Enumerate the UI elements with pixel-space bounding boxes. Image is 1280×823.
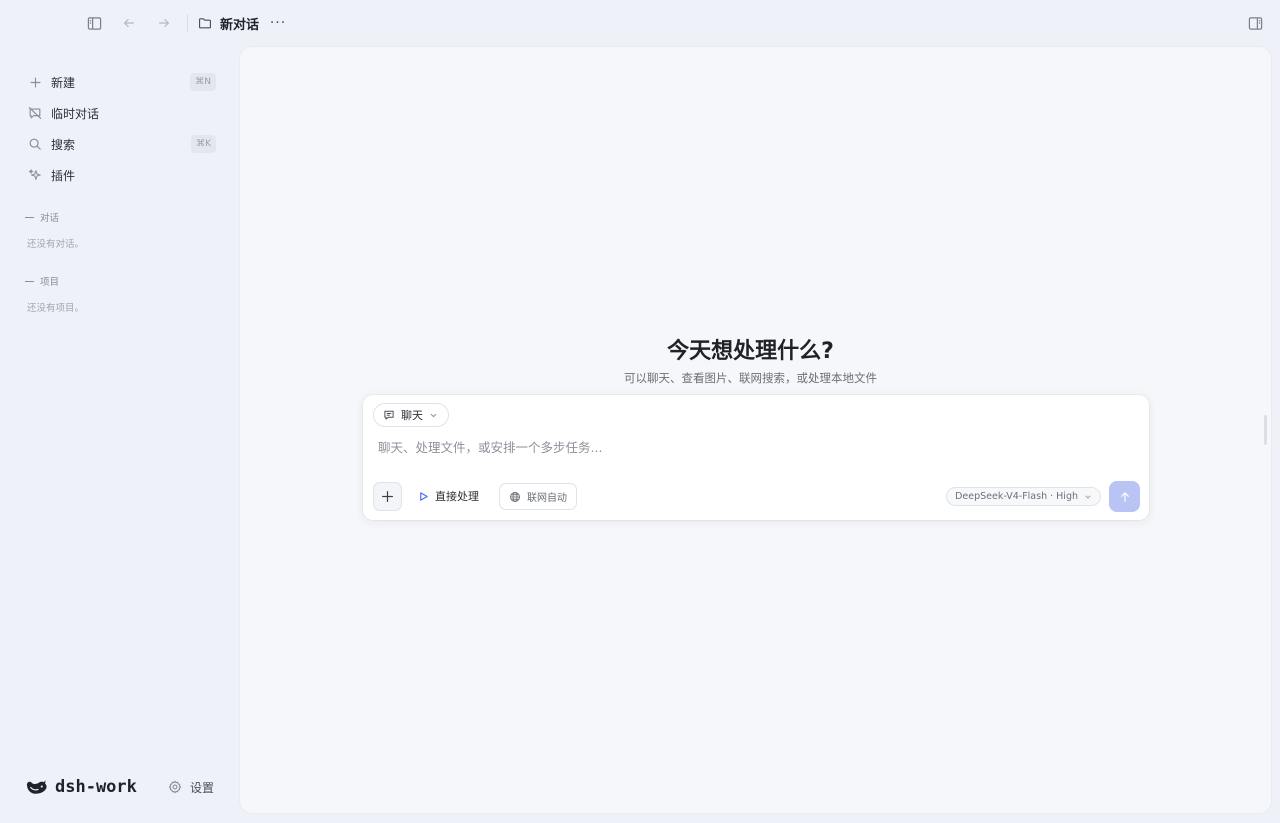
sidebar-item-label: 临时对话 [51,106,100,121]
collapse-dash-icon [25,216,34,218]
app-window: 新对话 ··· 新建 ⌘N 临时对话 搜索 ⌘K 插件 对话 还没有对话。 项目… [0,0,1280,823]
sidebar-item-plugins[interactable]: 插件 [20,161,220,189]
globe-icon [509,491,521,503]
direct-process-label: 直接处理 [435,490,479,503]
sidebar-item-label: 新建 [51,75,76,90]
right-panel-toggle-icon[interactable] [1243,11,1267,35]
sidebar-item-temporary-chat[interactable]: 临时对话 [20,99,220,127]
forward-arrow-icon[interactable] [152,11,176,35]
arrow-up-icon [1119,491,1131,503]
message-input[interactable] [371,433,1131,461]
sidebar-toggle-icon[interactable] [82,11,106,35]
projects-empty-text: 还没有项目。 [27,303,85,314]
collapse-dash-icon [25,280,34,282]
sidebar-item-new[interactable]: 新建 ⌘N [20,68,220,96]
direct-process-button[interactable]: 直接处理 [418,484,479,508]
resize-handle[interactable] [1264,415,1267,445]
gear-icon [168,780,182,794]
welcome-headline: 今天想处理什么? [667,339,834,364]
conversations-empty-text: 还没有对话。 [27,239,85,250]
section-title: 项目 [40,277,60,288]
back-arrow-icon[interactable] [117,11,141,35]
mode-label: 聊天 [401,409,423,422]
conversation-title[interactable]: 新对话 [198,12,259,34]
welcome-subtitle: 可以聊天、查看图片、联网搜索，或处理本地文件 [624,371,877,385]
settings-button[interactable]: 设置 [168,778,214,796]
brand-name: dsh-work [55,777,137,797]
shortcut-badge: ⌘K [191,135,216,153]
projects-section-header[interactable]: 项目 [25,274,59,288]
send-button[interactable] [1109,481,1140,512]
conversations-section-header[interactable]: 对话 [25,210,59,224]
folder-icon [198,16,212,30]
web-search-label: 联网自动 [527,493,567,504]
plus-icon [20,76,50,89]
chat-bubble-icon [383,409,395,421]
plus-icon [381,490,394,503]
web-search-toggle[interactable]: 联网自动 [499,483,577,510]
shortcut-badge: ⌘N [190,73,216,91]
model-label: DeepSeek-V4-Flash · High [955,491,1078,502]
sidebar-item-label: 插件 [51,168,76,183]
search-icon [20,137,50,151]
settings-label: 设置 [190,780,215,795]
composer: 聊天 聊天、处理文件，或安排一个多步任务... 直接处理 联网自动 DeepSe… [363,395,1149,520]
add-attachment-button[interactable] [373,482,402,511]
main-panel: 今天想处理什么? 可以聊天、查看图片、联网搜索，或处理本地文件 聊天 聊天、处理… [240,47,1271,813]
brand: dsh-work [25,775,137,799]
play-icon [418,491,429,502]
sidebar-item-search[interactable]: 搜索 ⌘K [20,130,220,158]
toolbar-divider [187,14,188,32]
section-title: 对话 [40,213,60,224]
more-options-button[interactable]: ··· [268,12,288,34]
top-bar: 新对话 ··· [0,0,1280,46]
incognito-chat-icon [20,106,50,120]
sidebar: 新建 ⌘N 临时对话 搜索 ⌘K 插件 对话 还没有对话。 项目 还没有项目。 … [0,46,240,823]
model-selector[interactable]: DeepSeek-V4-Flash · High [946,487,1101,506]
whale-logo-icon [25,778,48,796]
mode-selector[interactable]: 聊天 [373,403,449,427]
chevron-down-icon [429,411,438,420]
chevron-down-icon [1084,493,1092,501]
sidebar-item-label: 搜索 [51,137,76,152]
conversation-title-text: 新对话 [220,17,260,33]
sparkle-icon [20,168,50,182]
